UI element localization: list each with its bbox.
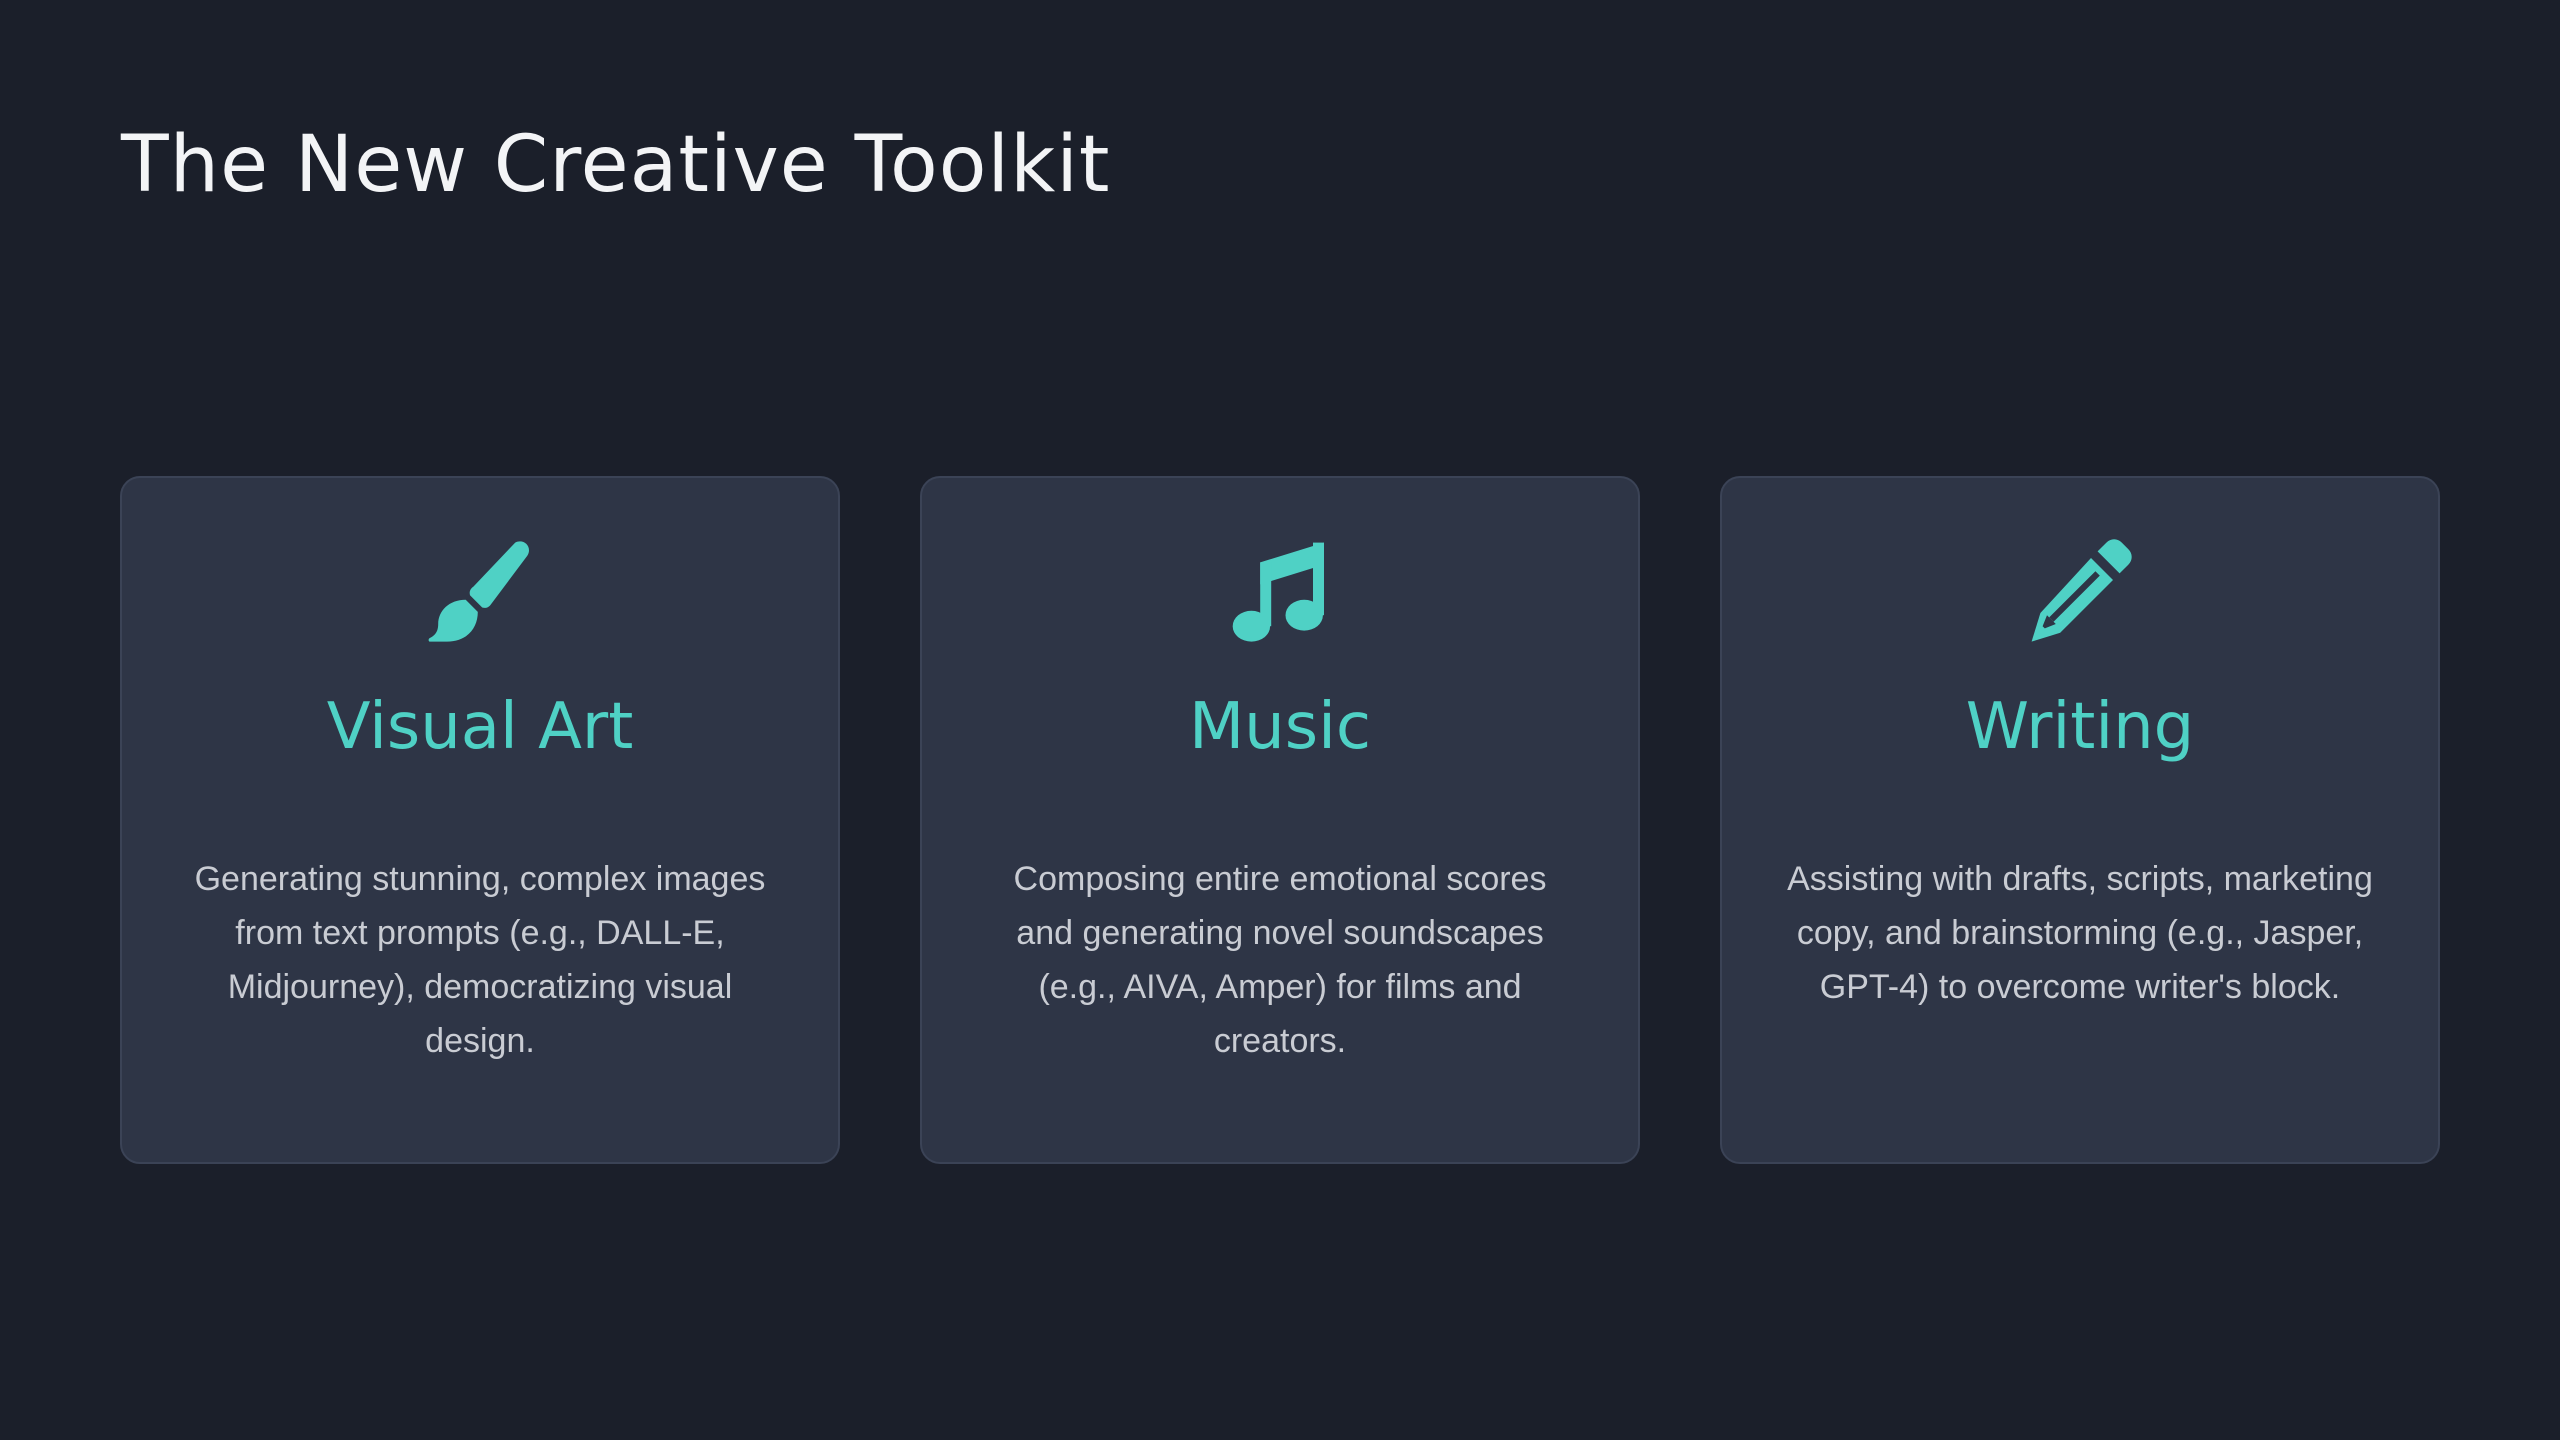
card-music: Music Composing entire emotional scores … — [920, 476, 1640, 1164]
card-title: Writing — [1965, 690, 2195, 764]
card-description: Composing entire emotional scores and ge… — [1013, 860, 1547, 1060]
card-title: Music — [1188, 690, 1372, 764]
paintbrush-icon — [425, 536, 535, 646]
card-visual-art: Visual Art Generating stunning, complex … — [120, 476, 840, 1164]
card-row: Visual Art Generating stunning, complex … — [120, 476, 2440, 1164]
card-description: Generating stunning, complex images from… — [194, 860, 766, 1060]
slide: The New Creative Toolkit Visual Art Gene… — [0, 0, 2560, 1440]
page-title: The New Creative Toolkit — [121, 120, 1111, 210]
card-title: Visual Art — [326, 690, 634, 764]
pencil-icon — [2025, 536, 2135, 646]
card-description: Assisting with drafts, scripts, marketin… — [1787, 860, 2373, 1006]
card-writing: Writing Assisting with drafts, scripts, … — [1720, 476, 2440, 1164]
music-note-icon — [1225, 536, 1335, 646]
